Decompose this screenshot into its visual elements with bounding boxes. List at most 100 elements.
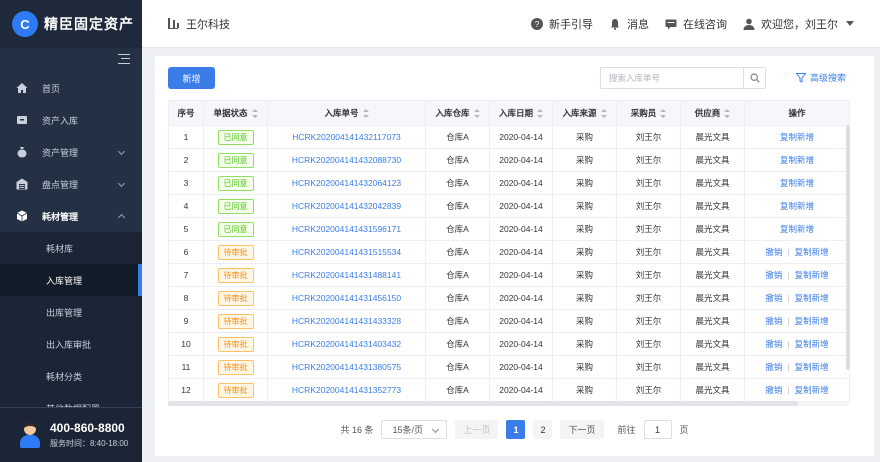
main-card: 新增 高级搜索 序号 单据状态 入库单号 入库仓库 入库日期 入库来源 采购员 供应商 操作 1… — [155, 56, 874, 456]
advanced-search-link[interactable]: 高级搜索 — [796, 71, 846, 84]
revoke-button[interactable]: 撤销 — [765, 362, 782, 372]
column-header-label: 入库单号 — [324, 108, 359, 118]
supplier-cell: 晨光文具 — [680, 355, 745, 379]
sort-icon[interactable] — [473, 109, 480, 119]
consult-link[interactable]: 在线咨询 — [665, 16, 727, 32]
copy-add-button[interactable]: 复制新增 — [795, 385, 829, 395]
chevron-up-icon — [117, 213, 126, 222]
copy-add-button[interactable]: 复制新增 — [780, 155, 814, 165]
sidebar-item-label: 资产管理 — [42, 147, 79, 158]
sidebar-subitem[interactable]: 出库管理 — [0, 296, 142, 328]
column-header-label: 入库来源 — [562, 108, 597, 118]
order-number-link[interactable]: HCRK202004141432088730 — [292, 155, 401, 165]
order-number-link[interactable]: HCRK202004141431456150 — [292, 293, 401, 303]
actions-cell: 撤销 | 复制新增 — [744, 355, 850, 379]
order-number-link[interactable]: HCRK202004141431596171 — [292, 224, 401, 234]
sort-icon[interactable] — [600, 109, 607, 119]
column-header[interactable]: 单据状态 — [203, 100, 268, 126]
warehouse-cell: 仓库A — [425, 194, 490, 218]
copy-add-button[interactable]: 复制新增 — [795, 270, 829, 280]
sidebar-subitem[interactable]: 耗材分类 — [0, 360, 142, 392]
sidebar-subitem[interactable]: 出入库审批 — [0, 328, 142, 360]
revoke-button[interactable]: 撤销 — [765, 247, 782, 257]
search-button[interactable] — [743, 68, 765, 88]
column-header[interactable]: 入库仓库 — [425, 100, 490, 126]
next-page-button[interactable]: 下一页 — [560, 420, 604, 439]
user-icon — [743, 18, 755, 30]
sidebar-item-4[interactable]: 耗材管理 — [0, 200, 142, 232]
sort-icon[interactable] — [251, 109, 258, 119]
order-number-link[interactable]: HCRK202004141432064123 — [292, 178, 401, 188]
sidebar-subitem[interactable]: 入库管理 — [0, 264, 142, 296]
column-header[interactable]: 入库来源 — [552, 100, 617, 126]
search-input[interactable] — [601, 68, 743, 88]
copy-add-button[interactable]: 复制新增 — [795, 247, 829, 257]
revoke-button[interactable]: 撤销 — [765, 293, 782, 303]
sidebar-subitem[interactable]: 耗材库 — [0, 232, 142, 264]
column-header[interactable]: 入库日期 — [489, 100, 553, 126]
sidebar-item-2[interactable]: 资产管理 — [0, 136, 142, 168]
copy-add-button[interactable]: 复制新增 — [795, 362, 829, 372]
sort-icon[interactable] — [362, 109, 369, 119]
action-separator: | — [787, 293, 790, 303]
sidebar-item-0[interactable]: 首页 — [0, 72, 142, 104]
bell-icon — [611, 18, 619, 30]
order-number-link[interactable]: HCRK202004141431403432 — [292, 339, 401, 349]
source-cell: 采购 — [552, 263, 617, 287]
menu-collapse-icon[interactable] — [118, 54, 130, 64]
messages-link[interactable]: 消息 — [609, 16, 649, 32]
company-switcher[interactable]: 王尔科技 — [168, 16, 230, 32]
add-button[interactable]: 新增 — [168, 67, 215, 89]
copy-add-button[interactable]: 复制新增 — [780, 224, 814, 234]
buyer-cell: 刘王尔 — [616, 286, 681, 310]
order-number-link[interactable]: HCRK202004141432117073 — [292, 132, 401, 142]
order-number-link[interactable]: HCRK202004141431352773 — [292, 385, 401, 395]
copy-add-button[interactable]: 复制新增 — [795, 339, 829, 349]
support-panel: 400-860-8800 服务时间：8:40-18:00 — [0, 407, 142, 462]
table-row: 7 待审批 HCRK202004141431488141 仓库A 2020-04-14 采… — [168, 263, 850, 287]
revoke-button[interactable]: 撤销 — [765, 270, 782, 280]
revoke-button[interactable]: 撤销 — [765, 316, 782, 326]
column-header[interactable]: 供应商 — [680, 100, 745, 126]
warehouse-cell: 仓库A — [425, 286, 490, 310]
table-vertical-scrollbar[interactable] — [846, 125, 850, 370]
order-number-link[interactable]: HCRK202004141431488141 — [292, 270, 401, 280]
status-cell: 待审批 — [203, 332, 268, 356]
warehouse-cell: 仓库A — [425, 355, 490, 379]
goto-page-input[interactable] — [643, 420, 672, 439]
order-number-link[interactable]: HCRK202004141431380575 — [292, 362, 401, 372]
copy-add-button[interactable]: 复制新增 — [780, 178, 814, 188]
order-number-link[interactable]: HCRK202004141431515534 — [292, 247, 401, 257]
page-button-1[interactable]: 1 — [506, 420, 526, 439]
status-badge: 已同意 — [217, 152, 254, 168]
guide-link[interactable]: ? 新手引导 — [531, 16, 593, 32]
revoke-button[interactable]: 撤销 — [765, 385, 782, 395]
inbox-icon — [16, 114, 28, 126]
messages-label: 消息 — [627, 18, 649, 31]
order-cell: HCRK202004141431433328 — [267, 309, 426, 333]
prev-page-button[interactable]: 上一页 — [455, 420, 499, 439]
page-size-select[interactable]: 15条/页 — [381, 420, 448, 439]
sort-icon[interactable] — [660, 109, 667, 119]
date-cell: 2020-04-14 — [489, 217, 553, 241]
order-number-link[interactable]: HCRK202004141431433328 — [292, 316, 401, 326]
sidebar-item-1[interactable]: 资产入库 — [0, 104, 142, 136]
sort-icon[interactable] — [537, 109, 543, 119]
page-button-2[interactable]: 2 — [533, 420, 553, 439]
revoke-button[interactable]: 撤销 — [765, 339, 782, 349]
user-menu[interactable]: 欢迎您，刘王尔 — [743, 16, 854, 32]
app-logo[interactable]: C 精臣固定资产 — [0, 0, 142, 48]
table-horizontal-scrollbar[interactable] — [168, 401, 849, 406]
copy-add-button[interactable]: 复制新增 — [780, 201, 814, 211]
copy-add-button[interactable]: 复制新增 — [795, 316, 829, 326]
order-cell: HCRK202004141432042839 — [267, 194, 426, 218]
copy-add-button[interactable]: 复制新增 — [780, 132, 814, 142]
sort-icon[interactable] — [724, 109, 731, 119]
column-header[interactable]: 采购员 — [616, 100, 681, 126]
column-header[interactable]: 入库单号 — [267, 100, 426, 126]
sidebar-item-3[interactable]: 盘点管理 — [0, 168, 142, 200]
supplier-cell: 晨光文具 — [680, 378, 745, 402]
order-number-link[interactable]: HCRK202004141432042839 — [292, 201, 401, 211]
copy-add-button[interactable]: 复制新增 — [795, 293, 829, 303]
date-cell: 2020-04-14 — [489, 148, 553, 172]
